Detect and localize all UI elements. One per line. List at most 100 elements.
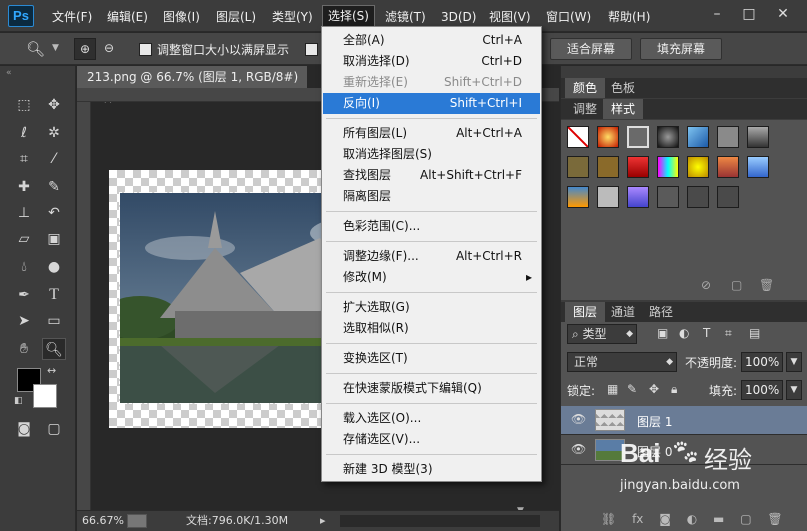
brush-tool-icon[interactable]: ✎	[42, 176, 66, 198]
close-icon[interactable]: ✕	[772, 4, 794, 26]
menu-edit[interactable]: 编辑(E)	[102, 7, 153, 27]
screen-mode-icon[interactable]: ▢	[42, 418, 66, 440]
fill-screen-button[interactable]: 填充屏幕	[640, 38, 722, 60]
visibility-eye-icon[interactable]: 👁︎	[571, 412, 586, 426]
resize-windows-checkbox[interactable]	[139, 43, 152, 56]
fit-screen-button[interactable]: 适合屏幕	[550, 38, 632, 60]
lasso-tool-icon[interactable]: ℓ	[12, 122, 36, 144]
filter-type-icon[interactable]: T	[703, 326, 710, 340]
status-preview-icon[interactable]	[127, 514, 147, 528]
menu-item-load-selection[interactable]: 载入选区(O)...	[323, 408, 540, 429]
style-swatch[interactable]	[567, 186, 589, 208]
history-brush-icon[interactable]: ↶	[42, 202, 66, 224]
style-swatch[interactable]	[597, 126, 619, 148]
menu-item-inverse[interactable]: 反向(I) Shift+Ctrl+I	[323, 93, 540, 114]
menu-window[interactable]: 窗口(W)	[541, 7, 596, 27]
clear-style-icon[interactable]: ⊘	[701, 278, 711, 292]
menu-item-select-all[interactable]: 全部(A) Ctrl+A	[323, 30, 540, 51]
fill-dropdown-icon[interactable]: ▼	[786, 380, 802, 400]
menu-item-all-layers[interactable]: 所有图层(L) Alt+Ctrl+A	[323, 123, 540, 144]
menu-item-grow[interactable]: 扩大选取(G)	[323, 297, 540, 318]
zoom-tool-active-icon[interactable]: 🔍︎	[42, 338, 66, 360]
minimize-icon[interactable]: –	[706, 4, 728, 26]
zoom-in-icon[interactable]: ⊕	[74, 38, 96, 60]
style-swatch[interactable]	[747, 156, 769, 178]
menu-item-modify[interactable]: 修改(M) ▸	[323, 267, 540, 288]
style-swatch[interactable]	[687, 156, 709, 178]
menu-item-deselect-layers[interactable]: 取消选择图层(S)	[323, 144, 540, 165]
layer-row-1[interactable]: 👁︎ 图层 1	[561, 406, 807, 435]
delete-layer-icon[interactable]: 🗑︎	[767, 512, 782, 526]
quick-mask-icon[interactable]: ◙	[12, 418, 36, 440]
type-tool-icon[interactable]: T	[42, 284, 66, 306]
tab-styles[interactable]: 样式	[603, 99, 644, 119]
style-swatch[interactable]	[717, 186, 739, 208]
swap-colors-icon[interactable]: ↔	[47, 364, 56, 377]
style-swatch[interactable]	[627, 186, 649, 208]
menu-item-isolate-layers[interactable]: 隔离图层	[323, 186, 540, 207]
add-mask-icon[interactable]: ◙	[659, 512, 671, 526]
style-swatch[interactable]	[717, 156, 739, 178]
clone-stamp-icon[interactable]: ⊥	[12, 202, 36, 224]
menu-file[interactable]: 文件(F)	[47, 7, 97, 27]
tab-adjustments[interactable]: 调整	[565, 99, 605, 119]
menu-item-transform-selection[interactable]: 变换选区(T)	[323, 348, 540, 369]
collapse-icon[interactable]: «	[6, 68, 12, 78]
lock-transparent-icon[interactable]: ▦	[607, 382, 618, 396]
menu-item-color-range[interactable]: 色彩范围(C)...	[323, 216, 540, 237]
menu-filter[interactable]: 滤镜(T)	[380, 7, 431, 27]
magic-wand-icon[interactable]: ✲	[42, 122, 66, 144]
document-tab[interactable]: 213.png @ 66.7% (图层 1, RGB/8#) * ×	[77, 66, 307, 106]
style-none-swatch[interactable]	[567, 126, 589, 148]
lock-image-icon[interactable]: ✎	[627, 382, 637, 396]
marquee-tool-icon[interactable]: ⬚	[12, 94, 36, 116]
style-swatch[interactable]	[657, 156, 679, 178]
zoom-out-icon[interactable]: ⊖	[98, 38, 120, 60]
pen-tool-icon[interactable]: ✒	[12, 284, 36, 306]
new-group-icon[interactable]: ▬	[713, 512, 724, 526]
style-swatch[interactable]	[687, 126, 709, 148]
adjustment-layer-icon[interactable]: ◐	[687, 512, 697, 526]
menu-item-refine-edge[interactable]: 调整边缘(F)... Alt+Ctrl+R	[323, 246, 540, 267]
zoom-tool-icon[interactable]: 🔍︎	[26, 40, 45, 58]
eraser-icon[interactable]: ▱	[12, 228, 36, 250]
menu-3d[interactable]: 3D(D)	[436, 7, 481, 27]
hand-tool-icon[interactable]: ✋︎	[12, 338, 36, 360]
style-swatch[interactable]	[567, 156, 589, 178]
horizontal-scrollbar[interactable]	[340, 515, 540, 527]
opacity-field[interactable]: 100%	[741, 352, 783, 372]
fill-field[interactable]: 100%	[741, 380, 783, 400]
visibility-eye-icon[interactable]: 👁︎	[571, 442, 586, 456]
lock-position-icon[interactable]: ✥	[649, 382, 659, 396]
style-swatch[interactable]	[747, 126, 769, 148]
rectangle-tool-icon[interactable]: ▭	[42, 310, 66, 332]
style-swatch[interactable]	[657, 186, 679, 208]
path-select-icon[interactable]: ➤	[12, 310, 36, 332]
layer-filter-select[interactable]: ⌕ 类型 ◆	[567, 324, 637, 344]
filter-smart-icon[interactable]: ▤	[749, 326, 760, 340]
style-swatch[interactable]	[717, 126, 739, 148]
menu-type[interactable]: 类型(Y)	[267, 7, 318, 27]
tab-color[interactable]: 颜色	[565, 78, 606, 98]
style-swatch[interactable]	[657, 126, 679, 148]
fx-icon[interactable]: fx	[632, 512, 643, 526]
eyedropper-icon[interactable]: ⁄	[42, 148, 66, 170]
zoom-level[interactable]: 66.67%	[82, 511, 124, 531]
menu-item-find-layers[interactable]: 查找图层 Alt+Shift+Ctrl+F	[323, 165, 540, 186]
default-colors-icon[interactable]: ◧	[14, 396, 23, 406]
status-menu-icon[interactable]: ▸	[320, 511, 326, 531]
style-swatch[interactable]	[687, 186, 709, 208]
link-layers-icon[interactable]: ⛓︎	[601, 512, 616, 526]
background-color-swatch[interactable]	[33, 384, 57, 408]
menu-item-save-selection[interactable]: 存储选区(V)...	[323, 429, 540, 450]
dodge-tool-icon[interactable]: ●	[42, 256, 66, 278]
style-swatch[interactable]	[627, 156, 649, 178]
style-swatch[interactable]	[597, 156, 619, 178]
filter-shape-icon[interactable]: ⌗	[725, 326, 732, 341]
menu-image[interactable]: 图像(I)	[158, 7, 205, 27]
style-swatch[interactable]	[597, 186, 619, 208]
blur-tool-icon[interactable]: 💧︎	[12, 256, 36, 278]
menu-item-new-3d-model[interactable]: 新建 3D 模型(3)	[323, 459, 540, 480]
menu-help[interactable]: 帮助(H)	[603, 7, 655, 27]
menu-item-similar[interactable]: 选取相似(R)	[323, 318, 540, 339]
